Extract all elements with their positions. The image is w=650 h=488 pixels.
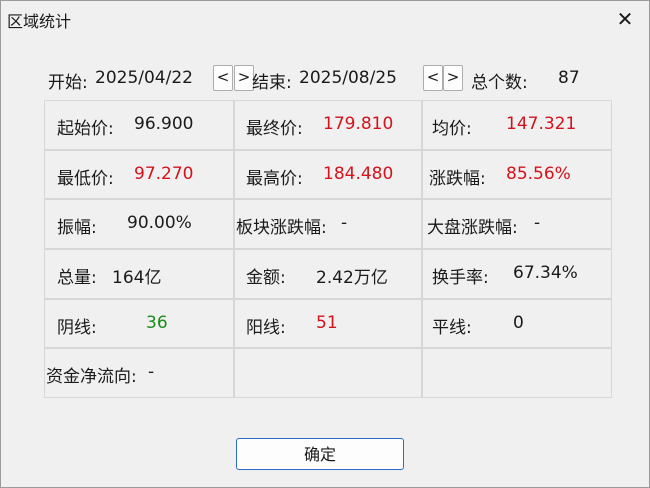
low-price-label: 最低价: xyxy=(57,168,114,189)
volume-value: 164亿 xyxy=(112,267,162,288)
up-days-cell: 阳线: 51 xyxy=(234,298,422,349)
end-price-cell: 最终价: 179.810 xyxy=(234,100,422,150)
start-date: 2025/04/22 xyxy=(95,68,193,88)
amount-value: 2.42万亿 xyxy=(316,267,388,288)
low-price-cell: 最低价: 97.270 xyxy=(44,149,234,200)
end-price-label: 最终价: xyxy=(246,119,303,139)
date-range-row: 开始: 2025/04/22 < > 结束: 2025/08/25 < > 总个… xyxy=(1,59,649,99)
flat-days-label: 平线: xyxy=(432,317,472,338)
high-price-value: 184.480 xyxy=(323,163,394,184)
up-days-label: 阳线: xyxy=(246,317,286,338)
low-price-value: 97.270 xyxy=(134,163,194,184)
amount-cell: 金额: 2.42万亿 xyxy=(234,248,422,299)
amount-label: 金额: xyxy=(246,267,286,288)
market-change-cell: 大盘涨跌幅: - xyxy=(422,199,612,249)
stats-grid: 起始价: 96.900 最终价: 179.810 均价: 147.321 最低价… xyxy=(44,100,612,398)
high-price-cell: 最高价: 184.480 xyxy=(234,149,422,200)
down-days-label: 阴线: xyxy=(57,317,97,338)
region-stats-dialog: 区域统计 ✕ 开始: 2025/04/22 < > 结束: 2025/08/25… xyxy=(0,0,650,488)
net-flow-value: - xyxy=(148,362,155,383)
ok-button[interactable]: 确定 xyxy=(236,438,404,470)
count-label: 总个数: xyxy=(471,73,528,93)
close-icon[interactable]: ✕ xyxy=(605,3,645,35)
end-prev-button[interactable]: < xyxy=(423,65,443,91)
empty-cell xyxy=(422,348,612,398)
end-label: 结束: xyxy=(252,73,292,93)
turnover-label: 换手率: xyxy=(432,267,489,288)
sector-change-cell: 板块涨跌幅: - xyxy=(234,199,422,249)
start-prev-button[interactable]: < xyxy=(213,65,233,91)
amplitude-label: 振幅: xyxy=(57,218,97,239)
end-date: 2025/08/25 xyxy=(299,68,397,88)
window-title: 区域统计 xyxy=(7,12,72,31)
start-price-cell: 起始价: 96.900 xyxy=(44,100,234,150)
down-days-value: 36 xyxy=(146,312,168,333)
start-price-label: 起始价: xyxy=(57,119,114,139)
avg-price-value: 147.321 xyxy=(506,114,577,134)
volume-cell: 总量: 164亿 xyxy=(44,248,234,299)
volume-label: 总量: xyxy=(57,267,97,288)
up-days-value: 51 xyxy=(316,312,338,333)
flat-days-cell: 平线: 0 xyxy=(422,298,612,349)
empty-cell xyxy=(234,348,422,398)
turnover-cell: 换手率: 67.34% xyxy=(422,248,612,299)
high-price-label: 最高价: xyxy=(246,168,303,189)
change-pct-cell: 涨跌幅: 85.56% xyxy=(422,149,612,200)
sector-change-value: - xyxy=(341,213,348,234)
start-next-button[interactable]: > xyxy=(234,65,254,91)
net-flow-cell: 资金净流向: - xyxy=(44,348,234,398)
market-change-value: - xyxy=(534,213,541,234)
avg-price-cell: 均价: 147.321 xyxy=(422,100,612,150)
market-change-label: 大盘涨跌幅: xyxy=(427,218,518,239)
turnover-value: 67.34% xyxy=(513,262,578,283)
change-pct-value: 85.56% xyxy=(506,163,571,184)
start-price-value: 96.900 xyxy=(134,114,194,134)
end-next-button[interactable]: > xyxy=(443,65,463,91)
flat-days-value: 0 xyxy=(513,312,524,333)
start-label: 开始: xyxy=(48,73,88,93)
sector-change-label: 板块涨跌幅: xyxy=(236,218,327,239)
net-flow-label: 资金净流向: xyxy=(46,367,137,388)
amplitude-cell: 振幅: 90.00% xyxy=(44,199,234,249)
end-price-value: 179.810 xyxy=(323,114,394,134)
change-pct-label: 涨跌幅: xyxy=(429,168,486,189)
title-bar: 区域统计 ✕ xyxy=(1,1,649,37)
count-value: 87 xyxy=(558,68,580,88)
down-days-cell: 阴线: 36 xyxy=(44,298,234,349)
amplitude-value: 90.00% xyxy=(127,213,192,234)
avg-price-label: 均价: xyxy=(432,119,472,139)
